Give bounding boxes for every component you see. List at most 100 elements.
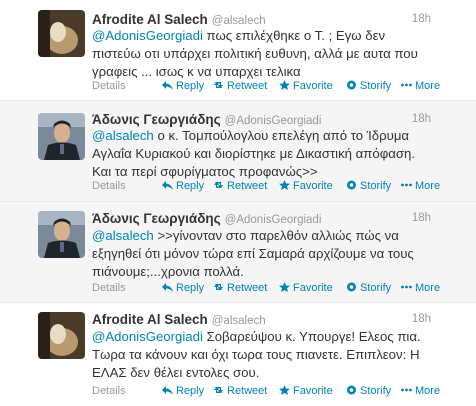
retweet-label: Retweet [227,180,268,192]
retweet-icon [214,182,223,188]
reply-icon [162,283,173,292]
star-icon [279,80,290,90]
retweet-button[interactable]: Retweet [213,80,267,92]
avatar[interactable] [38,113,85,160]
star-icon [279,180,290,190]
star-icon [279,385,290,395]
mention-link[interactable]: @AdonisGeorgiadi [92,28,203,43]
author-name-text[interactable]: Afrodite Al Salech [92,312,208,327]
reply-icon [162,81,173,90]
timestamp[interactable]: 18h [412,313,431,325]
storify-label: Storify [360,80,392,92]
favorite-label: Favorite [293,282,333,294]
favorite-button[interactable]: Favorite [279,80,333,92]
more-button[interactable]: More [401,282,440,294]
star-icon [279,282,290,292]
more-icon [401,388,412,392]
reply-button[interactable]: Reply [162,80,204,92]
storify-icon [347,385,356,395]
storify-button[interactable]: Storify [346,282,391,294]
reply-icon [162,386,173,395]
tweet-actions: Details Reply Retweet Favorite Storify M… [92,180,466,196]
mention-link[interactable]: @alsalech [92,228,154,243]
more-button[interactable]: More [401,180,440,192]
storify-icon [347,180,356,190]
mention-link[interactable]: @alsalech [92,128,154,143]
retweet-label: Retweet [227,80,268,92]
storify-button[interactable]: Storify [346,80,391,92]
author-name-text[interactable]: Afrodite Al Salech [92,12,208,27]
retweet-label: Retweet [227,385,268,397]
reply-button[interactable]: Reply [162,180,204,192]
favorite-label: Favorite [293,80,333,92]
storify-icon [347,282,356,292]
author-handle[interactable]: @AdonisGeorgiadi [225,115,322,127]
retweet-icon [214,284,223,290]
tweet[interactable]: Άδωνις Γεωργιάδης @AdonisGeorgiadi 18h @a… [0,202,476,303]
timestamp[interactable]: 18h [412,113,431,125]
reply-label: Reply [176,80,205,92]
favorite-label: Favorite [293,180,333,192]
author-handle[interactable]: @alsalech [212,15,266,27]
favorite-label: Favorite [293,385,333,397]
tweet-actions: Details Reply Retweet Favorite Storify M… [92,80,466,96]
favorite-button[interactable]: Favorite [279,385,333,397]
more-button[interactable]: More [401,80,440,92]
retweet-icon [214,82,223,88]
tweet-text: @alsalech ο κ. Τομπούλογλου επελέγη από … [92,127,437,181]
retweet-button[interactable]: Retweet [213,180,267,192]
tweet-text: @AdonisGeorgiadi Σοβαρεύψου κ. Υπουργε! … [92,328,437,382]
tweet-actions: Details Reply Retweet Favorite Storify M… [92,282,466,298]
tweet[interactable]: Afrodite Al Salech @alsalech 18h @AdonisG… [0,0,476,101]
more-label: More [415,80,441,92]
details-link[interactable]: Details [92,80,126,92]
reply-button[interactable]: Reply [162,385,204,397]
more-icon [401,183,412,187]
tweet-text: @alsalech >>γίνονταν στο παρελθόν αλλιώς… [92,227,437,281]
storify-label: Storify [360,282,392,294]
storify-label: Storify [360,180,392,192]
author-name-text[interactable]: Άδωνις Γεωργιάδης [92,211,221,226]
favorite-button[interactable]: Favorite [279,282,333,294]
more-label: More [415,282,441,294]
retweet-button[interactable]: Retweet [213,385,267,397]
reply-button[interactable]: Reply [162,282,204,294]
timestamp[interactable]: 18h [412,13,431,25]
avatar[interactable] [38,312,85,359]
tweet-actions: Details Reply Retweet Favorite Storify M… [92,385,466,401]
avatar[interactable] [38,10,85,57]
author-name[interactable]: Άδωνις Γεωργιάδης @AdonisGeorgiadi [92,112,321,127]
storify-label: Storify [360,385,392,397]
more-label: More [415,180,441,192]
author-name[interactable]: Afrodite Al Salech @alsalech [92,12,266,27]
tweet-text: @AdonisGeorgiadi πως επιλέχθηκε ο Τ. ; Ε… [92,27,437,81]
avatar[interactable] [38,211,85,258]
reply-icon [162,181,173,190]
more-icon [401,83,412,87]
reply-label: Reply [176,282,205,294]
reply-label: Reply [176,180,205,192]
retweet-label: Retweet [227,282,268,294]
author-name[interactable]: Άδωνις Γεωργιάδης @AdonisGeorgiadi [92,211,321,226]
retweet-icon [214,387,223,393]
reply-label: Reply [176,385,205,397]
tweet[interactable]: Άδωνις Γεωργιάδης @AdonisGeorgiadi 18h @a… [0,101,476,202]
tweet[interactable]: Afrodite Al Salech @alsalech 18h @AdonisG… [0,303,476,406]
author-handle[interactable]: @alsalech [212,315,266,327]
details-link[interactable]: Details [92,282,126,294]
storify-button[interactable]: Storify [346,385,391,397]
author-name[interactable]: Afrodite Al Salech @alsalech [92,312,266,327]
timestamp[interactable]: 18h [412,212,431,224]
storify-button[interactable]: Storify [346,180,391,192]
author-handle[interactable]: @AdonisGeorgiadi [225,214,322,226]
author-name-text[interactable]: Άδωνις Γεωργιάδης [92,112,221,127]
favorite-button[interactable]: Favorite [279,180,333,192]
more-button[interactable]: More [401,385,440,397]
more-icon [401,285,412,289]
storify-icon [347,80,356,90]
retweet-button[interactable]: Retweet [213,282,267,294]
more-label: More [415,385,441,397]
details-link[interactable]: Details [92,180,126,192]
details-link[interactable]: Details [92,385,126,397]
mention-link[interactable]: @AdonisGeorgiadi [92,329,203,344]
